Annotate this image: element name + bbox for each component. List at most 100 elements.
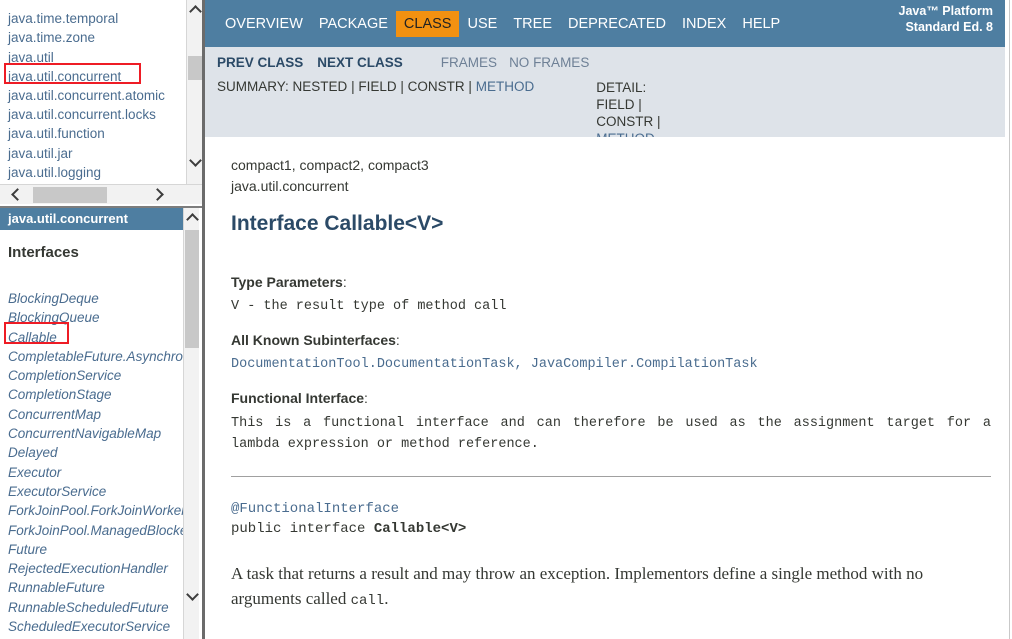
- description-paragraph-1: A task that returns a result and may thr…: [231, 564, 924, 609]
- scroll-up-icon[interactable]: [187, 2, 202, 19]
- package-list-pane[interactable]: java.time.temporal java.time.zone java.u…: [0, 0, 202, 208]
- functional-text-lambda: lambda: [231, 437, 280, 452]
- class-list-item[interactable]: RejectedExecutionHandler: [8, 559, 188, 578]
- class-list: BlockingDeque BlockingQueue Callable Com…: [0, 262, 188, 639]
- top-navigation-links: OVERVIEW PACKAGE CLASS USE TREE DEPRECAT…: [205, 0, 788, 47]
- detail-constr: CONSTR |: [596, 114, 661, 129]
- summary-group: SUMMARY: NESTED | FIELD | CONSTR | METHO…: [217, 79, 534, 94]
- prev-class-link[interactable]: PREV CLASS: [217, 55, 303, 70]
- class-list-heading: Interfaces: [8, 244, 79, 261]
- functional-text-post: expression or method reference.: [279, 437, 539, 452]
- main-content-frame: OVERVIEW PACKAGE CLASS USE TREE DEPRECAT…: [205, 0, 1012, 639]
- product-title: Java™ Platform Standard Ed. 8: [899, 3, 993, 35]
- sub-navigation-row-classnav: PREV CLASS NEXT CLASS FRAMES NO FRAMES: [217, 53, 1005, 70]
- package-list-item-partial[interactable]: [7, 0, 186, 9]
- nav-link-tree[interactable]: TREE: [505, 11, 560, 37]
- class-list-item[interactable]: RunnableFuture: [8, 578, 188, 597]
- functional-interface-annotation: @FunctionalInterface: [231, 501, 400, 517]
- package-list-item[interactable]: java.util.function: [7, 124, 186, 143]
- summary-method-link[interactable]: METHOD: [476, 79, 535, 94]
- package-list-item-concurrent[interactable]: java.util.concurrent: [7, 67, 186, 86]
- summary-field: FIELD: [358, 79, 397, 94]
- package-list-item[interactable]: java.time.temporal: [7, 9, 186, 28]
- nav-link-index[interactable]: INDEX: [674, 11, 734, 37]
- nav-link-help[interactable]: HELP: [734, 11, 788, 37]
- summary-nested: NESTED: [292, 79, 348, 94]
- class-list-item[interactable]: Future: [8, 540, 188, 559]
- class-list-item[interactable]: ConcurrentMap: [8, 405, 188, 424]
- class-list-item-callable[interactable]: Callable: [8, 328, 188, 347]
- scrollbar-thumb[interactable]: [185, 230, 199, 348]
- package-list-item[interactable]: java.util.jar: [7, 144, 186, 163]
- sub-navigation-row-summary-detail: SUMMARY: NESTED | FIELD | CONSTR | METHO…: [217, 70, 1005, 147]
- nav-link-package[interactable]: PACKAGE: [311, 11, 396, 37]
- type-metadata-block: Type Parameters: V - the result type of …: [231, 273, 1012, 455]
- class-list-item[interactable]: ScheduledExecutorService: [8, 617, 188, 636]
- functional-interface-text: This is a functional interface and can t…: [231, 413, 991, 455]
- javadoc-page: java.time.temporal java.time.zone java.u…: [0, 0, 1012, 639]
- left-frames-column: java.time.temporal java.time.zone java.u…: [0, 0, 205, 639]
- class-list-item[interactable]: ForkJoinPool.ManagedBlocker: [8, 521, 188, 540]
- class-declaration: @FunctionalInterface public interface Ca…: [231, 499, 1012, 539]
- package-list-item[interactable]: java.time.zone: [7, 28, 186, 47]
- functional-interface-label: Functional Interface:: [231, 390, 368, 406]
- package-list-item[interactable]: java.util.concurrent.atomic: [7, 86, 186, 105]
- scroll-right-icon[interactable]: [144, 185, 170, 205]
- class-list-item[interactable]: ForkJoinPool.ForkJoinWorkerT.: [8, 501, 188, 520]
- scrollbar-thumb-horizontal[interactable]: [33, 187, 107, 203]
- class-list-item[interactable]: RunnableScheduledFuture: [8, 598, 188, 617]
- package-list-horizontal-scrollbar[interactable]: [0, 184, 202, 204]
- profile-list: compact1, compact2, compact3: [231, 157, 429, 173]
- type-parameters-label: Type Parameters:: [231, 274, 347, 290]
- summary-sep: |: [400, 79, 404, 94]
- package-list-vertical-scrollbar[interactable]: [186, 0, 202, 190]
- no-frames-link[interactable]: NO FRAMES: [509, 55, 589, 70]
- section-divider: [231, 476, 991, 477]
- functional-text-pre: This is a functional interface and can t…: [231, 416, 991, 431]
- class-list-item[interactable]: CompletionService: [8, 366, 188, 385]
- summary-constr: CONSTR: [407, 79, 465, 94]
- interface-signature: public interface Callable<V>: [231, 521, 467, 537]
- class-documentation: compact1, compact2, compact3 java.util.c…: [205, 137, 1012, 639]
- next-class-link[interactable]: NEXT CLASS: [317, 55, 403, 70]
- class-list-pane[interactable]: Interfaces BlockingDeque BlockingQueue C…: [0, 230, 188, 639]
- type-parameters-value: V - the result type of method call: [231, 299, 507, 314]
- nav-link-deprecated[interactable]: DEPRECATED: [560, 11, 674, 37]
- package-list-item[interactable]: java.util.concurrent.locks: [7, 105, 186, 124]
- class-list-item[interactable]: CompletionStage: [8, 385, 188, 404]
- class-list-item[interactable]: ExecutorService: [8, 482, 188, 501]
- class-list-vertical-scrollbar[interactable]: [183, 208, 199, 639]
- product-title-line2: Standard Ed. 8: [905, 20, 993, 34]
- subinterfaces-label: All Known Subinterfaces:: [231, 332, 400, 348]
- scroll-up-icon[interactable]: [184, 210, 200, 227]
- class-frame-package-title[interactable]: java.util.concurrent: [0, 208, 188, 230]
- detail-field: FIELD |: [596, 97, 642, 112]
- package-name: java.util.concurrent: [231, 178, 349, 194]
- nav-link-overview[interactable]: OVERVIEW: [217, 11, 311, 37]
- nav-link-use[interactable]: USE: [459, 11, 505, 37]
- summary-label: SUMMARY:: [217, 79, 289, 94]
- class-list-item[interactable]: CompletableFuture.Asynchro: [8, 347, 188, 366]
- class-list-item[interactable]: Executor: [8, 463, 188, 482]
- scroll-down-icon[interactable]: [184, 586, 200, 603]
- package-list-item[interactable]: java.util: [7, 48, 186, 67]
- scroll-down-icon[interactable]: [187, 152, 202, 169]
- scrollbar-thumb[interactable]: [188, 56, 202, 80]
- class-list-item[interactable]: Delayed: [8, 443, 188, 462]
- nav-link-class[interactable]: CLASS: [395, 10, 460, 37]
- subinterfaces-value: DocumentationTool.DocumentationTask, Jav…: [231, 357, 758, 372]
- package-list: java.time.temporal java.time.zone java.u…: [0, 0, 186, 182]
- scroll-left-icon[interactable]: [4, 185, 30, 205]
- product-title-line1: Java™ Platform: [898, 4, 993, 18]
- package-list-item[interactable]: java.util.logging: [7, 163, 186, 182]
- class-list-item[interactable]: BlockingDeque: [8, 289, 188, 308]
- summary-sep: |: [468, 79, 472, 94]
- class-list-item[interactable]: BlockingQueue: [8, 308, 188, 327]
- sub-navigation-bar: PREV CLASS NEXT CLASS FRAMES NO FRAMES S…: [205, 47, 1005, 146]
- top-navigation-bar: OVERVIEW PACKAGE CLASS USE TREE DEPRECAT…: [205, 0, 1005, 47]
- frames-link[interactable]: FRAMES: [441, 55, 497, 70]
- class-list-item[interactable]: ConcurrentNavigableMap: [8, 424, 188, 443]
- page-title: Interface Callable<V>: [231, 212, 444, 235]
- summary-sep: |: [351, 79, 355, 94]
- detail-label: DETAIL:: [596, 80, 647, 95]
